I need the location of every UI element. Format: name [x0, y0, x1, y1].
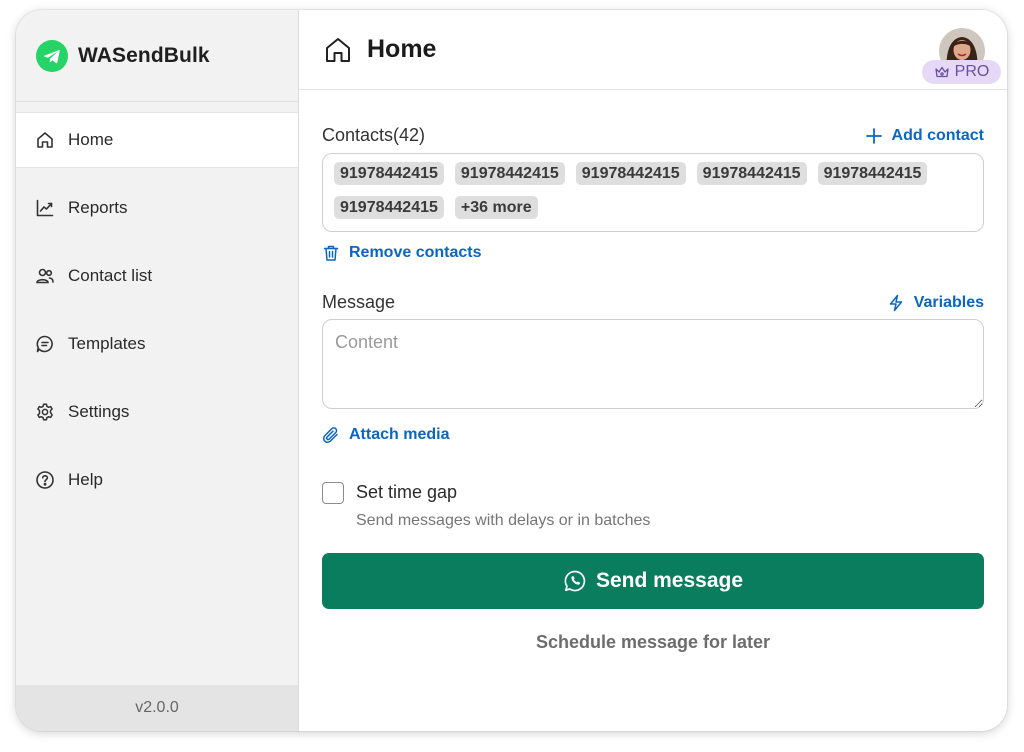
app-window: WASendBulk Home Reports Contact list Tem… — [16, 10, 1007, 731]
telegram-logo-icon — [36, 39, 68, 72]
message-input[interactable] — [322, 319, 984, 409]
add-contact-label: Add contact — [891, 126, 984, 144]
contact-chip[interactable]: 91978442415 — [454, 162, 565, 185]
plus-icon — [865, 127, 882, 144]
sidebar-item-settings[interactable]: Settings — [16, 384, 298, 440]
users-icon — [35, 266, 55, 286]
sidebar-item-templates[interactable]: Templates — [16, 316, 298, 372]
message-header: Message Variables — [322, 292, 984, 313]
main-panel: Home PRO Contacts(42) Add contact 919784… — [299, 10, 1007, 731]
schedule-message-button[interactable]: Schedule message for later — [322, 632, 984, 653]
sidebar: WASendBulk Home Reports Contact list Tem… — [16, 10, 299, 731]
contact-chip[interactable]: 91978442415 — [334, 196, 444, 219]
time-gap-option: Set time gap Send messages with delays o… — [322, 482, 984, 530]
paperclip-icon — [322, 427, 338, 444]
send-message-label: Send message — [595, 569, 744, 592]
remove-contacts-button[interactable]: Remove contacts — [322, 244, 984, 262]
sidebar-item-label: Home — [68, 130, 114, 149]
lightning-icon — [889, 294, 902, 311]
sidebar-item-help[interactable]: Help — [16, 452, 298, 508]
gear-icon — [35, 402, 55, 422]
more-contacts-chip[interactable]: +36 more — [454, 196, 538, 219]
sidebar-item-label: Reports — [68, 198, 128, 217]
help-icon — [35, 470, 55, 490]
message-icon — [35, 334, 55, 354]
time-gap-hint: Send messages with delays or in batches — [356, 512, 651, 529]
attach-media-label: Attach media — [349, 426, 450, 443]
contacts-header: Contacts(42) Add contact — [322, 125, 984, 146]
contacts-label: Contacts(42) — [322, 125, 426, 145]
brand-name: WASendBulk — [78, 43, 210, 67]
contact-chip[interactable]: 91978442415 — [334, 162, 444, 185]
variables-label: Variables — [913, 293, 984, 311]
sidebar-item-reports[interactable]: Reports — [16, 180, 298, 236]
variables-button[interactable]: Variables — [887, 294, 984, 312]
crown-icon — [935, 66, 949, 78]
page-header: Home PRO — [299, 10, 1007, 90]
sidebar-nav: Home Reports Contact list Templates Sett… — [16, 112, 298, 508]
sidebar-item-label: Contact list — [68, 266, 153, 285]
contact-chip[interactable]: 91978442415 — [817, 162, 928, 185]
app-version: v2.0.0 — [16, 685, 298, 731]
whatsapp-icon — [564, 570, 586, 592]
sidebar-item-label: Help — [68, 470, 103, 489]
sidebar-item-label: Settings — [68, 402, 130, 421]
remove-contacts-label: Remove contacts — [349, 244, 482, 261]
home-icon — [35, 130, 55, 150]
home-icon — [326, 37, 350, 62]
send-message-button[interactable]: Send message — [322, 553, 984, 609]
sidebar-item-label: Templates — [68, 334, 146, 353]
contact-chip[interactable]: 91978442415 — [696, 162, 807, 185]
sidebar-item-home[interactable]: Home — [16, 112, 298, 168]
message-label: Message — [322, 292, 396, 312]
attach-media-button[interactable]: Attach media — [322, 426, 984, 444]
add-contact-button[interactable]: Add contact — [865, 127, 984, 145]
compose-form: Contacts(42) Add contact 91978442415 919… — [299, 125, 1007, 653]
trash-icon — [323, 245, 339, 261]
pro-badge-label: PRO — [954, 63, 990, 80]
time-gap-text: Set time gap Send messages with delays o… — [356, 482, 650, 530]
page-title: Home — [367, 35, 437, 63]
pro-badge: PRO — [922, 60, 1001, 84]
contact-chip[interactable]: 91978442415 — [575, 162, 686, 185]
time-gap-checkbox[interactable] — [322, 482, 344, 504]
time-gap-label[interactable]: Set time gap — [356, 482, 650, 503]
sidebar-item-contact-list[interactable]: Contact list — [16, 248, 298, 304]
contacts-box[interactable]: 91978442415 91978442415 91978442415 9197… — [322, 153, 984, 232]
chart-icon — [35, 198, 55, 218]
brand: WASendBulk — [16, 10, 298, 102]
